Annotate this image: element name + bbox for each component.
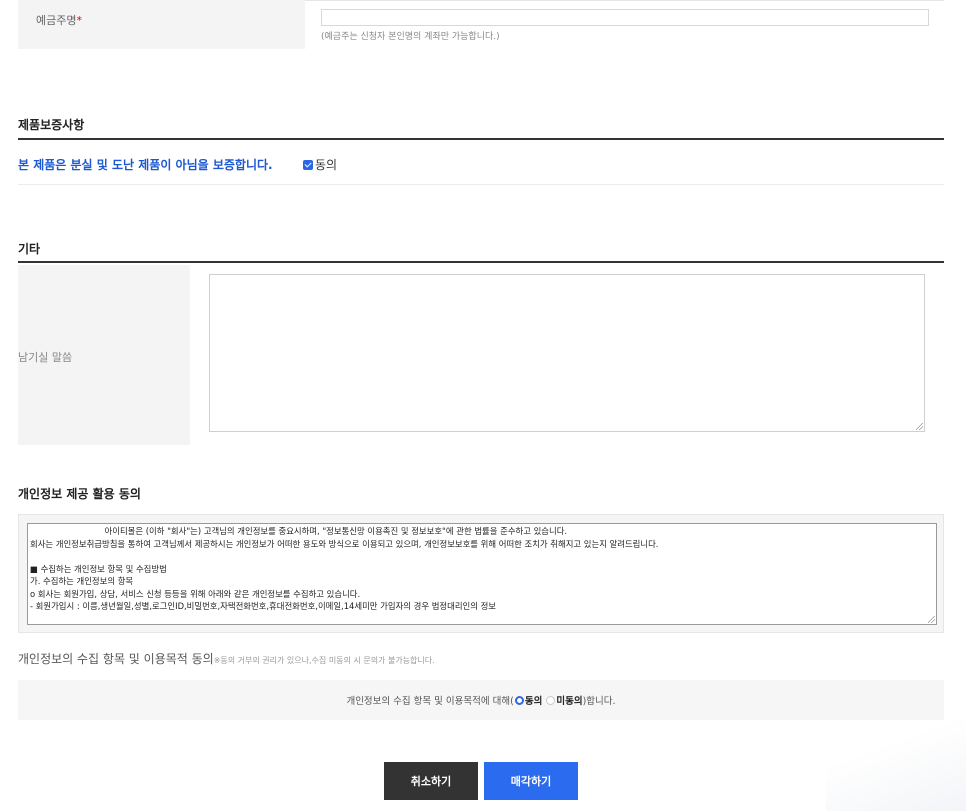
privacy-line: 가. 수집하는 개인정보의 항목 <box>30 576 134 586</box>
privacy-line: - 회원가입시 : 이름,생년월일,성별,로그인ID,비밀번호,자택전화번호,휴… <box>30 601 497 611</box>
etc-section-divider <box>18 261 944 263</box>
cancel-button[interactable]: 취소하기 <box>384 762 478 800</box>
message-label-cell: 남기실 말씀 <box>18 265 190 445</box>
warranty-statement: 본 제품은 분실 및 도난 제품이 아님을 보증합니다. <box>18 158 273 172</box>
warranty-bottom-divider <box>18 184 944 185</box>
message-label: 남기실 말씀 <box>18 351 73 364</box>
resize-grip-icon[interactable] <box>916 423 923 430</box>
disagree-radio-label[interactable]: 미동의 <box>556 693 582 707</box>
privacy-section-title: 개인정보 제공 활용 동의 <box>18 487 141 501</box>
consent-bar: 개인정보의 수집 항목 및 이용목적에 대해( 동의 미동의 )합니다. <box>18 680 944 720</box>
etc-section-title: 기타 <box>18 242 41 256</box>
depositor-name-input[interactable] <box>321 9 929 26</box>
agree-radio-icon[interactable] <box>514 695 524 705</box>
privacy-line: 아이티몰은 (이하 "회사"는) 고객님의 개인정보를 중요시하며, "정보통신… <box>30 526 568 536</box>
privacy-line: ■ 수집하는 개인정보 항목 및 수집방법 <box>30 563 167 574</box>
privacy-policy-textarea[interactable]: 아이티몰은 (이하 "회사"는) 고객님의 개인정보를 중요시하며, "정보통신… <box>27 523 937 625</box>
depositor-label: 예금주명 <box>36 14 77 27</box>
privacy-line: 회사는 개인정보취급방침을 통하여 고객님께서 제공하시는 개인정보가 어떠한 … <box>30 538 659 549</box>
sell-button[interactable]: 매각하기 <box>484 762 578 800</box>
consent-note: ※동의 거부의 권리가 있으나,수집 미동의 시 문의가 불가능합니다. <box>213 656 435 665</box>
consent-suffix: )합니다. <box>582 696 616 707</box>
warranty-section-divider <box>18 138 944 140</box>
warranty-section-title: 제품보증사항 <box>18 118 85 132</box>
privacy-line: o 회사는 회원가입, 상담, 서비스 신청 등등을 위해 아래와 같은 개인정… <box>30 588 361 599</box>
privacy-line <box>30 550 934 563</box>
warranty-agree-checkbox-label[interactable]: 동의 <box>303 156 337 173</box>
consent-title: 개인정보의 수집 항목 및 이용목적 동의※동의 거부의 권리가 있으나,수집 … <box>18 650 435 667</box>
consent-title-text: 개인정보의 수집 항목 및 이용목적 동의 <box>18 652 214 666</box>
required-mark: * <box>76 14 82 27</box>
agree-radio-label[interactable]: 동의 <box>525 693 542 707</box>
disagree-radio-icon[interactable] <box>546 695 556 705</box>
depositor-note: (예금주는 신청자 본인명의 계좌만 가능합니다.) <box>321 32 500 42</box>
checkbox-checked-icon[interactable] <box>303 159 313 170</box>
corner-decoration <box>826 701 966 811</box>
depositor-label-cell: 예금주명* <box>18 0 305 49</box>
warranty-agree-label: 동의 <box>315 158 338 172</box>
consent-prefix: 개인정보의 수집 항목 및 이용목적에 대해( <box>346 696 514 707</box>
resize-grip-icon[interactable] <box>928 616 935 623</box>
privacy-policy-container: 아이티몰은 (이하 "회사"는) 고객님의 개인정보를 중요시하며, "정보통신… <box>18 514 944 633</box>
message-textarea[interactable] <box>209 274 925 432</box>
